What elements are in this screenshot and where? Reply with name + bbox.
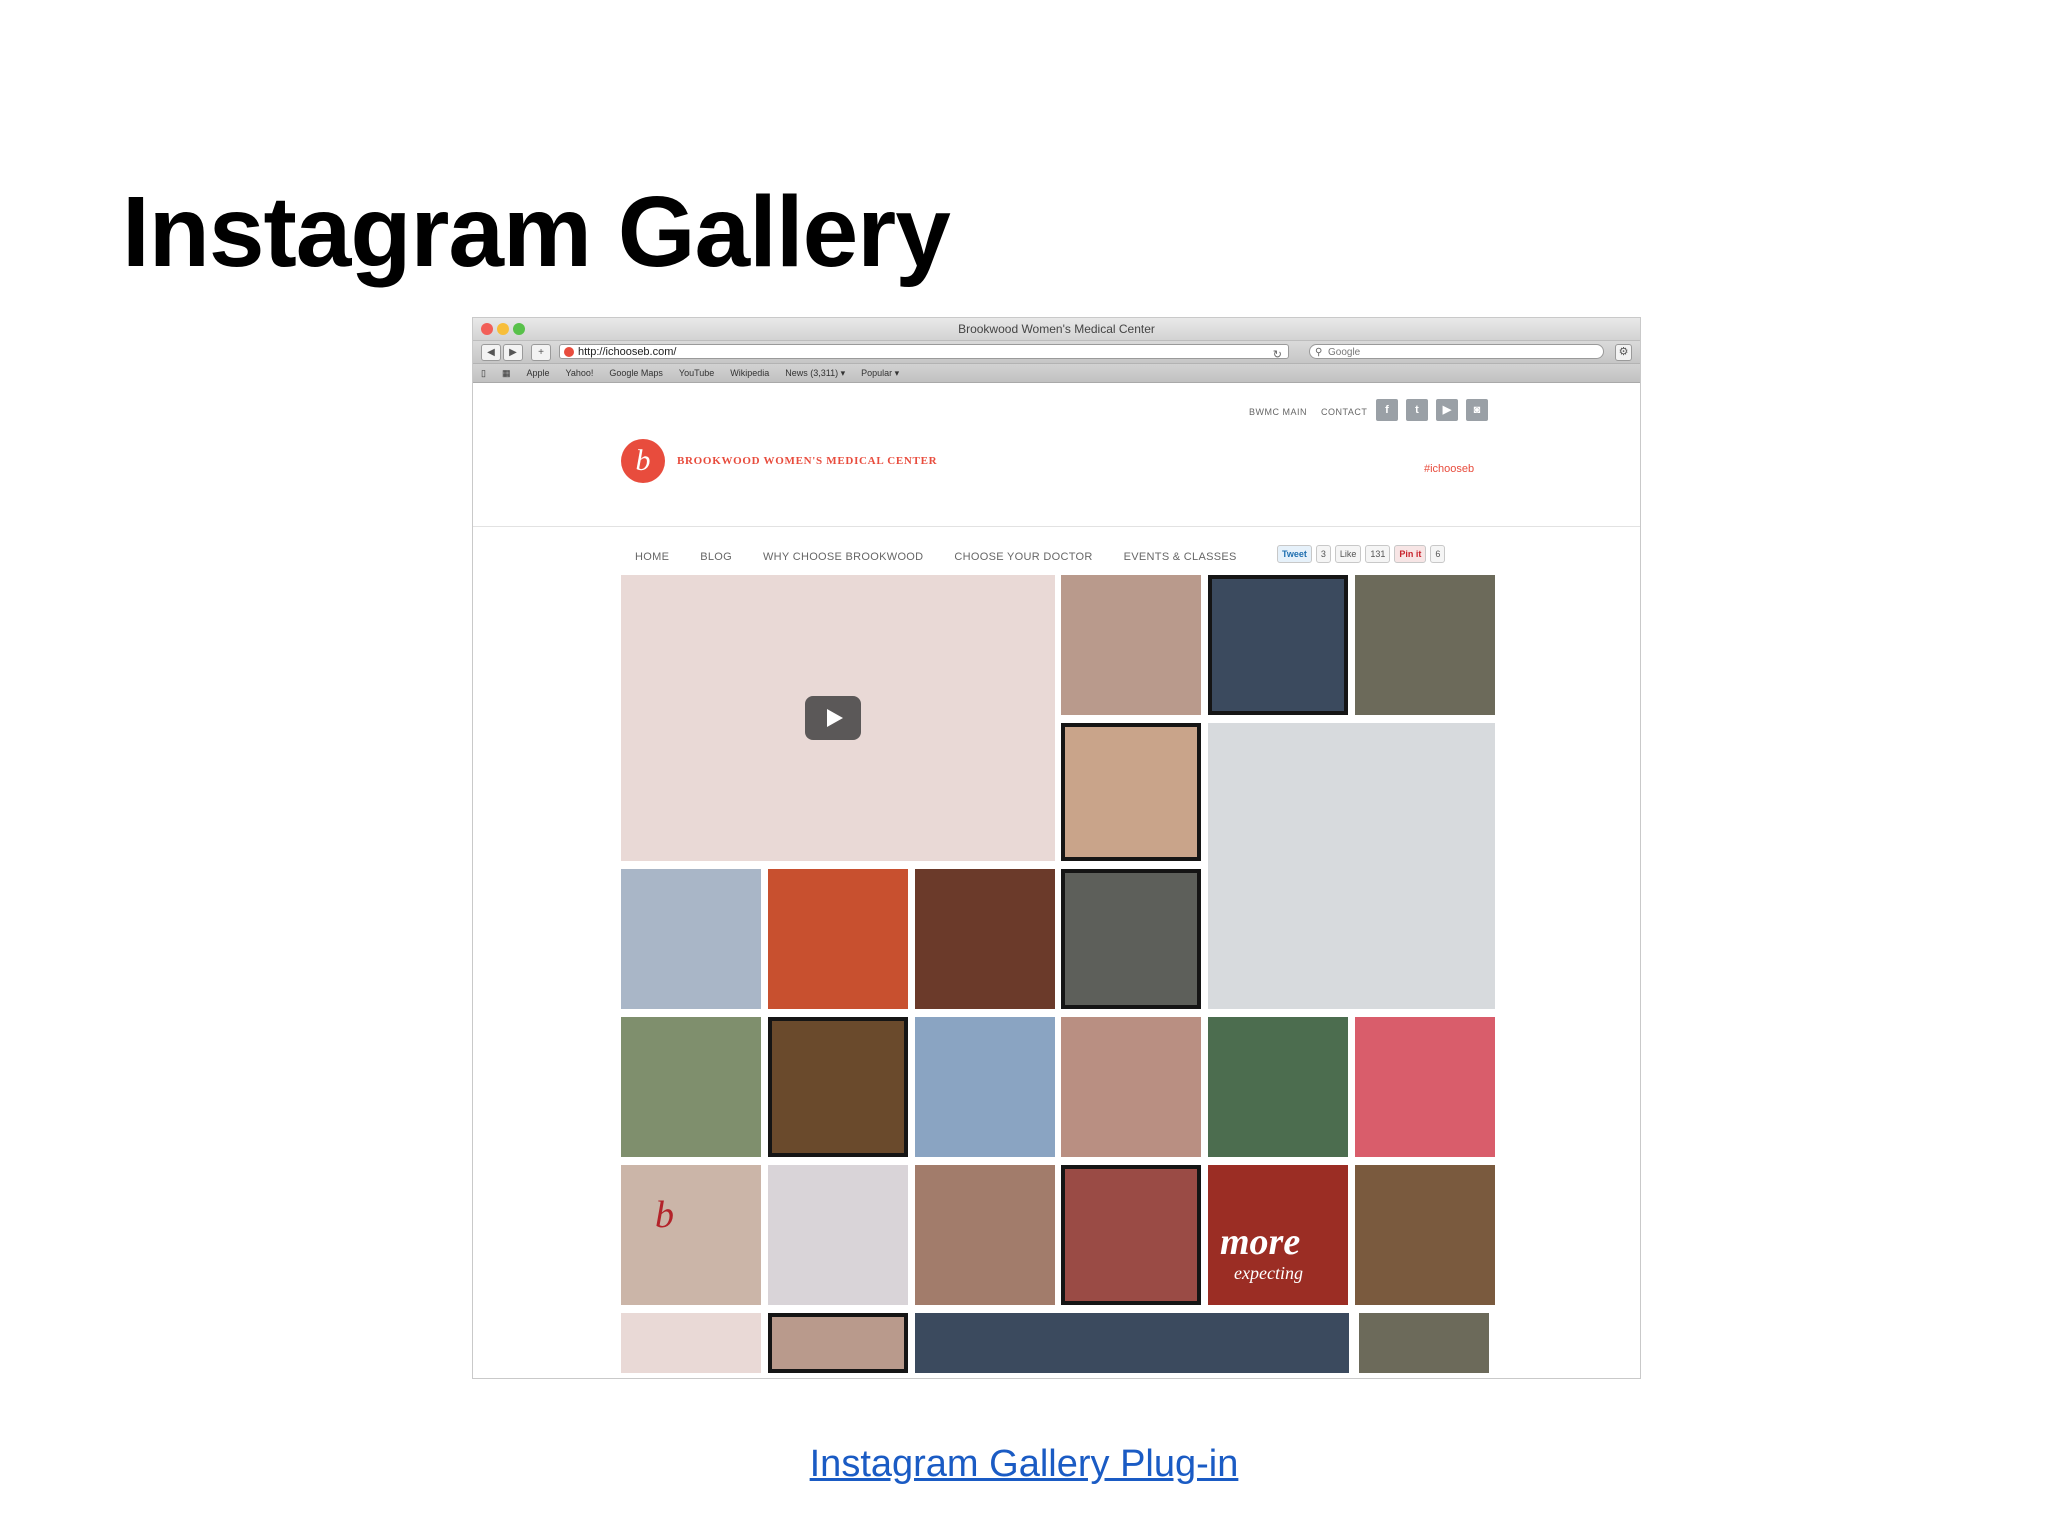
instagram-icon[interactable]: ◙ (1466, 399, 1488, 421)
bookmark-yahoo[interactable]: Yahoo! (566, 368, 594, 378)
header-divider (473, 526, 1640, 527)
search-placeholder: Google (1328, 347, 1361, 358)
pin-button[interactable]: Pin it (1394, 545, 1427, 563)
url-field[interactable]: http://ichooseb.com/ ↻ (559, 344, 1289, 361)
gallery-photo[interactable] (915, 1017, 1055, 1157)
tweet-count: 3 (1315, 545, 1331, 563)
header-link-main[interactable]: BWMC MAIN (1249, 407, 1307, 417)
gallery-photo[interactable] (1061, 1017, 1201, 1157)
gallery-photo[interactable] (768, 1313, 908, 1373)
gallery-photo[interactable] (915, 1313, 1349, 1373)
header-link-contact[interactable]: CONTACT (1321, 407, 1367, 417)
pin-count: 6 (1430, 545, 1446, 563)
play-icon[interactable] (805, 696, 861, 740)
nav-blog[interactable]: BLOG (700, 551, 732, 563)
tile-expecting-text: expecting (1234, 1263, 1303, 1283)
gallery-photo[interactable] (915, 869, 1055, 1009)
gallery-photo[interactable] (1208, 575, 1348, 715)
bookmark-popular[interactable]: Popular ▾ (861, 368, 899, 379)
gallery-photo[interactable] (1061, 869, 1201, 1009)
bookmarks-bar: ▯ ▦ Apple Yahoo! Google Maps YouTube Wik… (473, 364, 1640, 383)
reading-list-icon[interactable]: ▯ (481, 368, 486, 379)
gallery-photo[interactable] (1355, 1017, 1495, 1157)
url-text: http://ichooseb.com/ (578, 346, 677, 358)
gallery-photo[interactable] (768, 1165, 908, 1305)
tweet-button[interactable]: Tweet (1277, 545, 1312, 563)
gallery-photo[interactable]: more expecting (1208, 1165, 1348, 1305)
tile-more-text: more (1220, 1221, 1301, 1263)
hashtag[interactable]: #ichooseb (1424, 463, 1474, 475)
bookmark-wikipedia[interactable]: Wikipedia (730, 368, 769, 378)
browser-screenshot: Brookwood Women's Medical Center ◀ ▶ + h… (472, 317, 1641, 1379)
share-buttons: Tweet 3 Like 131 Pin it 6 (1277, 545, 1446, 563)
reload-icon[interactable]: ↻ (1273, 348, 1282, 363)
site-logo-icon[interactable]: b (621, 439, 665, 483)
gallery-photo[interactable] (1061, 1165, 1201, 1305)
nav-events-classes[interactable]: EVENTS & CLASSES (1124, 551, 1237, 563)
gallery-photo[interactable] (1208, 1017, 1348, 1157)
gallery-photo[interactable] (1355, 575, 1495, 715)
video-thumbnail[interactable] (621, 575, 1055, 861)
site-nav: HOME BLOG WHY CHOOSE BROOKWOOD CHOOSE YO… (635, 551, 1237, 563)
like-count: 131 (1365, 545, 1391, 563)
header-links: BWMC MAIN CONTACT (1249, 407, 1367, 417)
like-button[interactable]: Like (1334, 545, 1362, 563)
gallery-photo[interactable] (621, 1017, 761, 1157)
social-icons: f t ▶ ◙ (1376, 399, 1488, 421)
gallery-photo[interactable] (621, 1313, 761, 1373)
gallery-photo[interactable] (1359, 1313, 1489, 1373)
youtube-icon[interactable]: ▶ (1436, 399, 1458, 421)
instagram-gallery-plugin-link[interactable]: Instagram Gallery Plug-in (0, 1443, 2048, 1486)
top-sites-icon[interactable]: ▦ (502, 368, 511, 379)
gallery-photo[interactable] (768, 1017, 908, 1157)
gallery-photo[interactable]: b (621, 1165, 761, 1305)
site-logo-text[interactable]: BROOKWOOD WOMEN'S MEDICAL CENTER (677, 455, 937, 467)
slide-title: Instagram Gallery (122, 176, 951, 288)
gallery-photo[interactable] (621, 869, 761, 1009)
twitter-icon[interactable]: t (1406, 399, 1428, 421)
search-icon: ⚲ (1315, 347, 1323, 358)
facebook-icon[interactable]: f (1376, 399, 1398, 421)
bookmark-google-maps[interactable]: Google Maps (609, 368, 663, 378)
nav-home[interactable]: HOME (635, 551, 669, 563)
site-favicon-icon (564, 347, 574, 357)
window-title: Brookwood Women's Medical Center (958, 322, 1155, 336)
browser-toolbar: ◀ ▶ + http://ichooseb.com/ ↻ ⚲ Google ⚙ (473, 341, 1640, 364)
bookmark-news[interactable]: News (3,311) ▾ (785, 368, 845, 379)
forward-button[interactable]: ▶ (503, 344, 523, 361)
back-button[interactable]: ◀ (481, 344, 501, 361)
gear-icon[interactable]: ⚙ (1615, 344, 1632, 361)
search-field[interactable]: ⚲ Google (1309, 344, 1604, 359)
gallery-photo-large[interactable] (1208, 723, 1495, 1009)
tile-letter-b: b (655, 1194, 674, 1236)
add-bookmark-button[interactable]: + (531, 344, 551, 361)
gallery-photo[interactable] (768, 869, 908, 1009)
browser-titlebar: Brookwood Women's Medical Center (473, 318, 1640, 341)
gallery-photo[interactable] (1061, 723, 1201, 861)
gallery-photo[interactable] (1355, 1165, 1495, 1305)
nav-why-choose-brookwood[interactable]: WHY CHOOSE BROOKWOOD (763, 551, 923, 563)
gallery-photo[interactable] (1061, 575, 1201, 715)
bookmark-apple[interactable]: Apple (526, 368, 549, 378)
nav-choose-your-doctor[interactable]: CHOOSE YOUR DOCTOR (954, 551, 1092, 563)
website: BWMC MAIN CONTACT f t ▶ ◙ b BROOKWOOD WO… (473, 383, 1640, 1373)
bookmark-youtube[interactable]: YouTube (679, 368, 714, 378)
gallery-photo[interactable] (915, 1165, 1055, 1305)
